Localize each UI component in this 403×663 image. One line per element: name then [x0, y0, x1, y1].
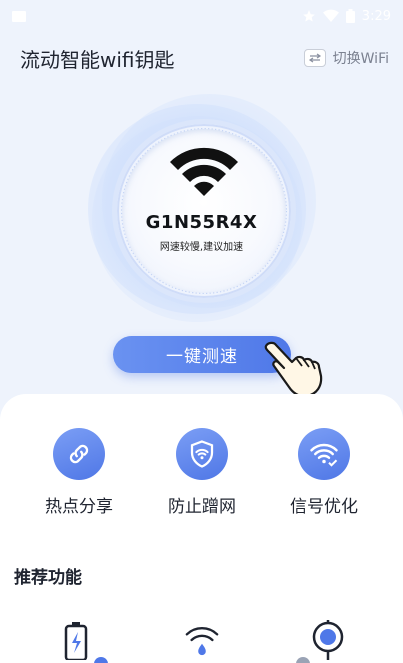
switch-arrows-icon: [303, 49, 326, 67]
pointing-hand-icon: [264, 341, 323, 398]
status-time: 3:29: [361, 8, 391, 24]
quick-action-label: 信号优化: [290, 497, 358, 517]
shield-wifi-icon: [176, 428, 228, 480]
recommend-title: 推荐功能: [14, 568, 82, 588]
status-bar: 3:29: [0, 0, 403, 32]
battery-icon: [345, 9, 355, 23]
quick-action-label: 热点分享: [45, 497, 113, 517]
quick-action-label: 防止蹭网: [168, 497, 236, 517]
wifi-check-icon: [298, 428, 350, 480]
wifi-signal-icon: [322, 9, 339, 22]
notification-icon: [12, 10, 26, 22]
quick-action-signal-optimize[interactable]: 信号优化: [274, 428, 374, 517]
header: 流动智能wifi钥匙 切换WiFi: [0, 42, 403, 74]
wifi-ssid: G1N55R4X: [145, 212, 258, 233]
quick-action-hotspot-share[interactable]: 热点分享: [29, 428, 129, 517]
location-target-icon[interactable]: [311, 620, 345, 660]
switch-wifi-button[interactable]: 切换WiFi: [303, 48, 389, 68]
app-title: 流动智能wifi钥匙: [20, 47, 175, 72]
star-icon: [302, 10, 315, 22]
speed-tip: 网速较慢,建议加速: [159, 242, 244, 253]
quick-action-anti-leech[interactable]: 防止蹭网: [152, 428, 252, 517]
wifi-drop-icon[interactable]: [185, 620, 219, 660]
switch-wifi-label: 切换WiFi: [332, 51, 389, 67]
link-icon: [53, 428, 105, 480]
status-indicators: 3:29: [302, 9, 391, 24]
wifi-icon: [170, 147, 238, 196]
signal-gauge: [86, 94, 318, 326]
battery-charging-icon[interactable]: [59, 620, 93, 660]
